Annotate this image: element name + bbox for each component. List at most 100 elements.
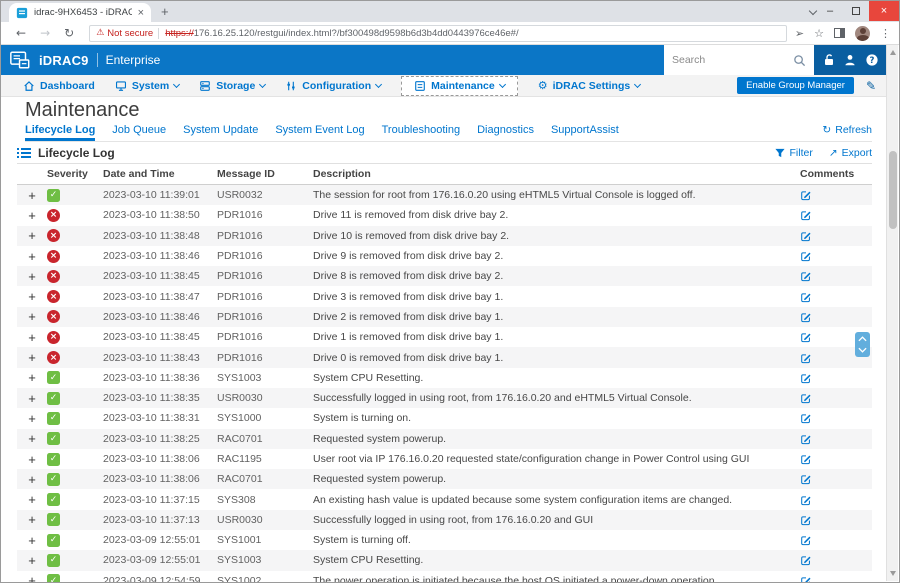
scrollbar-down-icon[interactable]: [890, 571, 896, 576]
section-header: Lifecycle Log Filter ↗ Export: [17, 142, 872, 163]
side-panel-icon[interactable]: [834, 28, 845, 38]
add-comment-button[interactable]: [796, 270, 872, 282]
nav-item-storage[interactable]: Storage: [199, 79, 267, 92]
expand-row-button[interactable]: +: [17, 331, 43, 344]
expand-row-button[interactable]: +: [17, 392, 43, 405]
nav-item-dashboard[interactable]: Dashboard: [23, 80, 95, 92]
browser-scrollbar[interactable]: [886, 45, 898, 581]
tab-job-queue[interactable]: Job Queue: [112, 124, 166, 141]
help-icon[interactable]: ?: [865, 53, 879, 67]
back-icon[interactable]: ←: [16, 26, 26, 40]
export-link[interactable]: ↗ Export: [829, 147, 872, 159]
enable-group-manager-button[interactable]: Enable Group Manager: [737, 77, 854, 94]
expand-row-button[interactable]: +: [17, 371, 43, 384]
expand-row-button[interactable]: +: [17, 412, 43, 425]
expand-row-button[interactable]: +: [17, 229, 43, 242]
log-message-id: RAC0701: [217, 432, 263, 445]
log-message-id: RAC1195: [217, 453, 262, 465]
tab-diagnostics[interactable]: Diagnostics: [477, 124, 534, 141]
nav-item-system[interactable]: System: [115, 80, 181, 92]
add-comment-button[interactable]: [796, 189, 872, 201]
log-message-id: PDR1016: [217, 209, 263, 222]
tab-system-update[interactable]: System Update: [183, 124, 258, 141]
filter-link[interactable]: Filter: [775, 147, 813, 159]
add-comment-button[interactable]: [796, 209, 872, 221]
add-comment-button[interactable]: [796, 412, 872, 424]
tab-troubleshooting[interactable]: Troubleshooting: [382, 124, 460, 141]
expand-row-button[interactable]: +: [17, 493, 43, 506]
add-comment-button[interactable]: [796, 311, 872, 323]
add-comment-button[interactable]: [796, 534, 872, 546]
add-comment-button[interactable]: [796, 230, 872, 242]
expand-row-button[interactable]: +: [17, 351, 43, 364]
expand-row-button[interactable]: +: [17, 189, 43, 202]
scrollbar-up-icon[interactable]: [890, 50, 896, 55]
header-search: [664, 45, 814, 75]
unlock-icon[interactable]: [822, 53, 836, 67]
not-secure-label[interactable]: Not secure: [107, 28, 153, 39]
scroll-up-icon[interactable]: [858, 336, 867, 342]
nav-label: Storage: [216, 79, 256, 92]
refresh-icon: ↻: [822, 124, 832, 136]
add-comment-button[interactable]: [796, 392, 872, 404]
add-comment-button[interactable]: [796, 514, 872, 526]
browser-tab[interactable]: idrac-9HX6453 - iDRAC9 - Maint... ×: [9, 3, 151, 22]
expand-row-button[interactable]: +: [17, 209, 43, 222]
search-input[interactable]: [672, 54, 793, 66]
add-comment-button[interactable]: [796, 291, 872, 303]
add-comment-button[interactable]: [796, 433, 872, 445]
tab-system-event-log[interactable]: System Event Log: [275, 124, 364, 141]
expand-row-button[interactable]: +: [17, 310, 43, 323]
edit-pencil-icon[interactable]: ✎: [866, 79, 876, 93]
address-bar[interactable]: ⚠ Not secure https://176.16.25.120/restg…: [89, 24, 787, 42]
browser-menu-icon[interactable]: ⋮: [880, 27, 891, 40]
expand-row-button[interactable]: +: [17, 574, 43, 582]
window-close-button[interactable]: ×: [869, 1, 899, 21]
expand-row-button[interactable]: +: [17, 534, 43, 547]
scroll-down-icon[interactable]: [858, 347, 867, 353]
scrollbar-thumb[interactable]: [889, 151, 897, 229]
expand-row-button[interactable]: +: [17, 513, 43, 526]
refresh-link[interactable]: ↻ Refresh: [822, 124, 872, 141]
home-icon: [24, 80, 34, 91]
nav-item-configuration[interactable]: Configuration: [285, 80, 383, 92]
comment-edit-icon: [801, 536, 811, 546]
tab-close-icon[interactable]: ×: [138, 7, 144, 19]
forward-icon[interactable]: →: [40, 26, 50, 40]
expand-row-button[interactable]: +: [17, 432, 43, 445]
new-tab-button[interactable]: +: [161, 4, 169, 19]
bookmark-star-icon[interactable]: ☆: [814, 27, 824, 40]
expand-row-button[interactable]: +: [17, 453, 43, 466]
log-description: Drive 0 is removed from disk drive bay 1…: [313, 351, 504, 364]
expand-row-button[interactable]: +: [17, 250, 43, 263]
severity-icon: ×: [47, 269, 60, 283]
table-scroll-widget[interactable]: [855, 332, 870, 357]
log-datetime: 2023-03-10 11:38:45: [103, 270, 200, 283]
add-comment-button[interactable]: [796, 473, 872, 485]
expand-row-button[interactable]: +: [17, 473, 43, 486]
tab-supportassist[interactable]: SupportAssist: [551, 124, 619, 141]
add-comment-button[interactable]: [796, 575, 872, 582]
nav-item-maintenance[interactable]: Maintenance: [401, 75, 518, 96]
add-comment-button[interactable]: [796, 372, 872, 384]
add-comment-button[interactable]: [796, 250, 872, 262]
browser-profile-avatar[interactable]: [855, 25, 870, 41]
add-comment-button[interactable]: [796, 494, 872, 506]
user-icon[interactable]: [843, 53, 857, 67]
tab-lifecycle-log[interactable]: Lifecycle Log: [25, 124, 96, 141]
share-icon[interactable]: ➢: [795, 27, 804, 40]
nav-label: iDRAC Settings: [552, 79, 631, 92]
reload-icon[interactable]: ↻: [64, 26, 74, 40]
expand-row-button[interactable]: +: [17, 290, 43, 303]
severity-icon: ✓: [47, 553, 60, 567]
expand-row-button[interactable]: +: [17, 270, 43, 283]
window-maximize-button[interactable]: [843, 1, 869, 21]
tab-search-chevron-icon[interactable]: [808, 6, 818, 16]
add-comment-button[interactable]: [796, 554, 872, 566]
add-comment-button[interactable]: [796, 453, 872, 465]
search-icon[interactable]: [793, 54, 806, 67]
severity-icon: ✓: [47, 188, 60, 202]
window-minimize-button[interactable]: –: [817, 1, 843, 21]
expand-row-button[interactable]: +: [17, 554, 43, 567]
nav-item-idrac-settings[interactable]: ⚙ iDRAC Settings: [538, 79, 642, 92]
